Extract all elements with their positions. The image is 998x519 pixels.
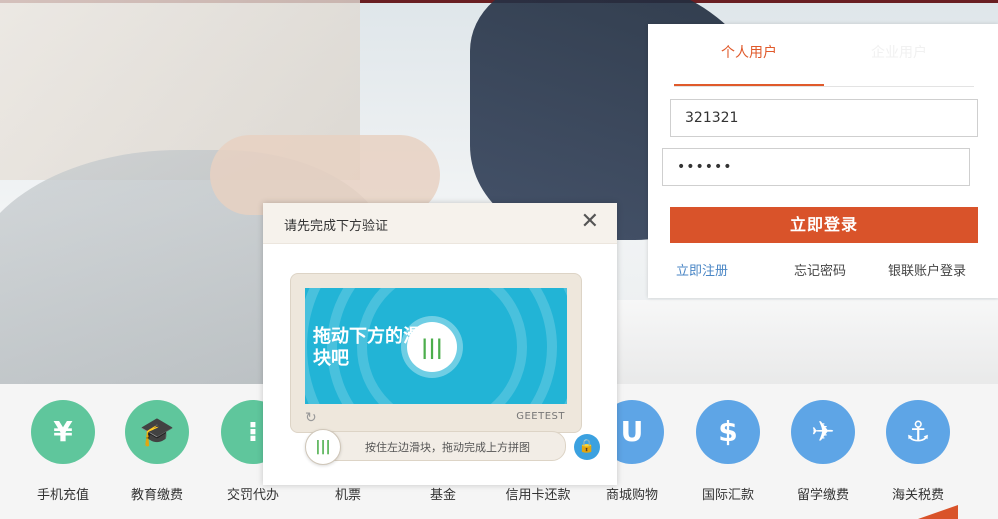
phone-yen-icon: ¥ xyxy=(31,400,95,464)
service-label: 留学缴费 xyxy=(796,488,849,503)
service-label: 机票 xyxy=(334,488,361,503)
service-label: 国际汇款 xyxy=(701,488,754,503)
forgot-password-link[interactable]: 忘记密码 xyxy=(794,260,846,279)
captcha-puzzle-image: ||| 拖动下方的滑块吧 xyxy=(305,288,567,404)
password-input[interactable]: •••••• xyxy=(662,148,970,186)
login-button[interactable]: 立即登录 xyxy=(670,207,978,243)
geetest-logo: GEETEST xyxy=(516,411,565,422)
plane-dollar-icon: ✈ xyxy=(791,400,855,464)
captcha-slider-track: ||| 按住左边滑块，拖动完成上方拼图 xyxy=(305,429,566,465)
service-label: 手机充值 xyxy=(36,488,89,503)
login-panel: 个人用户 企业用户 321321 •••••• 立即登录 立即注册 忘记密码 银… xyxy=(648,24,998,298)
captcha-frame: ||| 拖动下方的滑块吧 ↻ GEETEST xyxy=(290,273,582,433)
service-label: 信用卡还款 xyxy=(505,488,571,503)
service-label: 基金 xyxy=(429,488,456,503)
unionpay-login-link[interactable]: 银联账户登录 xyxy=(888,260,966,279)
anchor-icon: ⚓ xyxy=(886,400,950,464)
captcha-image-text: 拖动下方的滑块吧 xyxy=(313,326,421,369)
dollar-swirl-icon: $ xyxy=(696,400,760,464)
lock-icon: 🔒 xyxy=(574,434,600,460)
captcha-title: 请先完成下方验证 xyxy=(284,219,389,234)
tab-enterprise-user[interactable]: 企业用户 xyxy=(824,38,974,86)
service-label: 海关税费 xyxy=(891,488,944,503)
register-link[interactable]: 立即注册 xyxy=(676,260,728,279)
tab-personal-user[interactable]: 个人用户 xyxy=(674,38,824,86)
service-label: 交罚代办 xyxy=(226,488,279,503)
service-label: 商城购物 xyxy=(605,488,658,503)
service-label: 教育缴费 xyxy=(130,488,183,503)
login-tabs: 个人用户 企业用户 xyxy=(674,38,974,87)
service-international-remittance[interactable]: $ 国际汇款 xyxy=(680,400,776,503)
service-customs-tax[interactable]: ⚓ 海关税费 xyxy=(870,400,966,503)
refresh-icon[interactable]: ↻ xyxy=(305,410,317,426)
slider-handle[interactable]: ||| xyxy=(305,429,341,465)
graduation-cap-icon: 🎓 xyxy=(125,400,189,464)
corner-accent xyxy=(918,505,958,519)
service-education-fee[interactable]: 🎓 教育缴费 xyxy=(109,400,205,503)
service-mobile-topup[interactable]: ¥ 手机充值 xyxy=(15,400,111,503)
username-input[interactable]: 321321 xyxy=(670,99,978,137)
slider-hint: 按住左边滑块，拖动完成上方拼图 xyxy=(365,441,530,454)
close-icon[interactable]: ✕ xyxy=(581,209,599,234)
hero-shape xyxy=(600,300,998,384)
captcha-dialog: 请先完成下方验证 ✕ ||| 拖动下方的滑块吧 ↻ GEETEST ||| 按住… xyxy=(263,203,617,485)
service-study-abroad[interactable]: ✈ 留学缴费 xyxy=(775,400,871,503)
